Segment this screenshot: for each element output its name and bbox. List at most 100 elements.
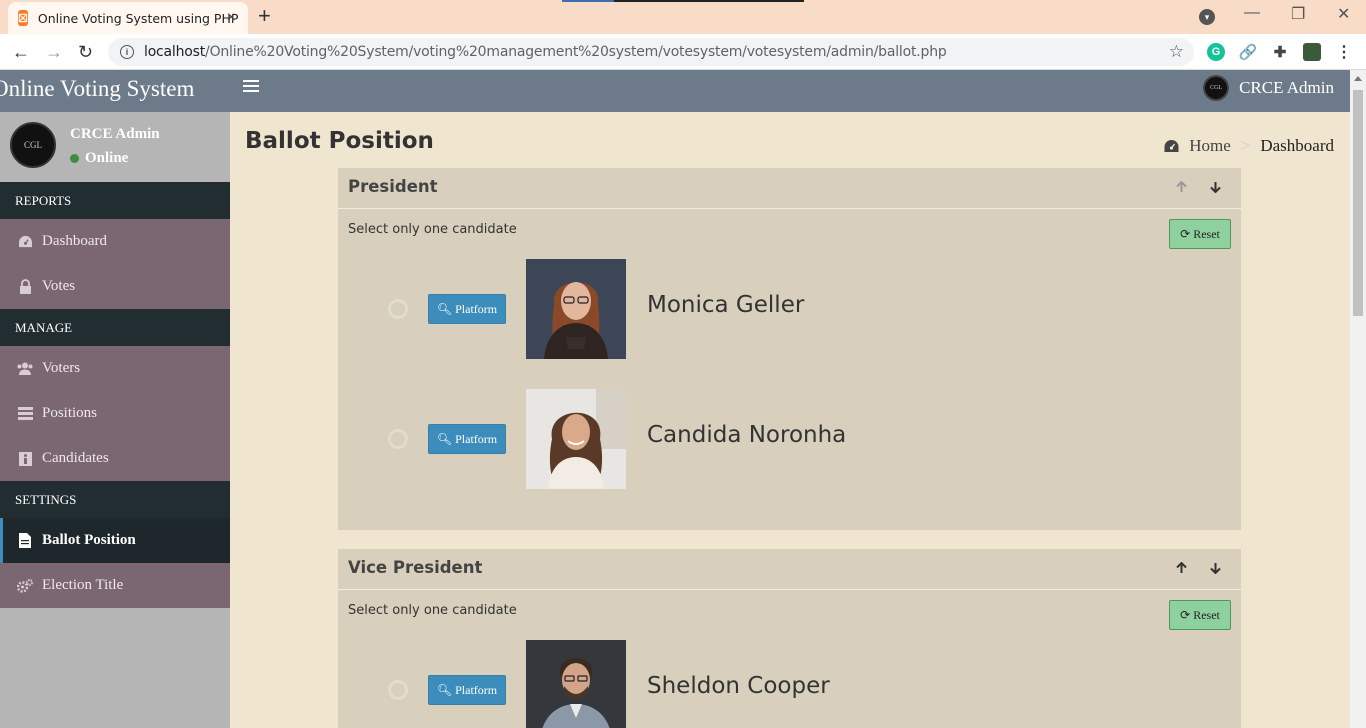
platform-button[interactable]: 🔍︎ Platform <box>428 675 506 705</box>
restore-icon[interactable]: ❐ <box>1291 4 1305 24</box>
candidate-name: Sheldon Cooper <box>647 673 830 699</box>
instructions-text: Select only one candidate <box>348 603 517 618</box>
breadcrumb-current: Dashboard <box>1260 136 1334 155</box>
minimize-icon[interactable]: — <box>1244 4 1260 22</box>
browser-tab-strip: ☒ Online Voting System using PHP × + ▾ —… <box>0 0 1366 34</box>
status-text: Online <box>85 150 129 166</box>
move-down-icon[interactable] <box>1206 178 1224 196</box>
sidebar-toggle-icon[interactable] <box>243 80 259 94</box>
app-logo[interactable]: Online Voting System <box>0 70 230 112</box>
tab-close-icon[interactable]: × <box>227 10 236 26</box>
grammarly-icon[interactable]: G <box>1207 43 1225 61</box>
header-user-menu[interactable]: CGL CRCE Admin <box>1203 75 1334 101</box>
reset-label: Reset <box>1193 226 1220 241</box>
sidebar-item-election-title[interactable]: Election Title <box>0 563 230 608</box>
scroll-up-icon[interactable] <box>1354 76 1362 81</box>
tab-search-icon[interactable]: ▾ <box>1199 9 1215 25</box>
browser-toolbar: ← → ↻ i localhost/Online%20Voting%20Syst… <box>0 34 1366 70</box>
page-scrollbar[interactable] <box>1350 70 1366 728</box>
move-up-icon[interactable] <box>1172 559 1190 577</box>
platform-button[interactable]: 🔍︎ Platform <box>428 294 506 324</box>
sidebar-item-label: Candidates <box>42 450 109 466</box>
section-head-settings: SETTINGS <box>0 481 230 518</box>
candidate-row: 🔍︎ Platform Sheldon Cooper <box>338 640 1138 728</box>
sidebar-item-label: Election Title <box>42 577 124 593</box>
move-down-icon[interactable] <box>1206 559 1224 577</box>
breadcrumb-home-link[interactable]: Home <box>1189 136 1231 156</box>
back-icon[interactable]: ← <box>12 40 30 64</box>
extensions-puzzle-icon[interactable]: ✚ <box>1271 43 1289 61</box>
sidebar-item-voters[interactable]: Voters <box>0 346 230 391</box>
new-tab-icon[interactable]: + <box>258 4 271 28</box>
search-icon: 🔍︎ <box>436 301 453 316</box>
candidate-photo <box>526 389 626 489</box>
header-avatar: CGL <box>1203 75 1230 101</box>
browser-menu-icon[interactable]: ⋮ <box>1335 43 1353 61</box>
sidebar-item-ballot-position[interactable]: Ballot Position <box>0 518 230 563</box>
online-dot-icon <box>70 154 79 163</box>
platform-label: Platform <box>455 431 498 446</box>
candidate-row: 🔍︎ Platform Monica Geller <box>338 259 1138 359</box>
lock-icon <box>17 279 33 295</box>
window-close-icon[interactable]: ✕ <box>1337 4 1350 24</box>
sidebar-item-dashboard[interactable]: Dashboard <box>0 219 230 264</box>
position-box-vice-president: Vice President Select only one candidate… <box>338 549 1241 728</box>
id-card-icon <box>17 451 33 467</box>
url-text: localhost/Online%20Voting%20System/votin… <box>144 44 947 60</box>
sidebar-item-label: Votes <box>42 278 76 294</box>
user-panel: CGL CRCE Admin Online <box>0 112 230 182</box>
position-title: Vice President <box>348 558 483 577</box>
dashboard-icon <box>17 234 33 250</box>
sidebar-item-label: Positions <box>42 405 98 421</box>
reset-button[interactable]: ⟳ Reset <box>1169 219 1231 249</box>
candidate-photo <box>526 259 626 359</box>
position-title: President <box>348 177 438 196</box>
refresh-icon: ⟳ <box>1180 607 1191 622</box>
sidebar-item-label: Voters <box>42 360 81 376</box>
header-user-name: CRCE Admin <box>1239 78 1334 97</box>
tab-strip-accent-dark <box>614 0 804 2</box>
breadcrumb-separator: > <box>1240 136 1251 155</box>
position-box-president: President Select only one candidate ⟳ Res… <box>338 168 1241 530</box>
app-header: Online Voting System CGL CRCE Admin <box>0 70 1350 112</box>
main-content: Ballot Position Home > Dashboard Preside… <box>230 112 1350 728</box>
move-up-icon[interactable] <box>1172 178 1190 196</box>
platform-label: Platform <box>455 682 498 697</box>
candidate-radio[interactable] <box>388 680 408 700</box>
refresh-icon: ⟳ <box>1180 226 1191 241</box>
link-extension-icon[interactable]: 🔗 <box>1239 43 1258 61</box>
users-icon <box>17 361 33 377</box>
search-icon: 🔍︎ <box>436 682 453 697</box>
profile-avatar-icon[interactable] <box>1303 43 1321 61</box>
candidate-radio[interactable] <box>388 299 408 319</box>
address-bar[interactable]: i localhost/Online%20Voting%20System/vot… <box>108 38 1194 66</box>
section-head-manage: MANAGE <box>0 309 230 346</box>
reload-icon[interactable]: ↻ <box>78 40 93 64</box>
xampp-favicon-icon: ☒ <box>18 10 28 26</box>
sidebar-item-label: Ballot Position <box>42 532 136 548</box>
candidate-name: Monica Geller <box>647 292 805 318</box>
tab-strip-accent <box>562 0 614 2</box>
candidate-row: 🔍︎ Platform Candida Noronha <box>338 389 1138 489</box>
tab-title: Online Voting System using PHP <box>37 10 239 26</box>
url-path: /Online%20Voting%20System/voting%20manag… <box>205 44 947 60</box>
page-title: Ballot Position <box>245 128 434 154</box>
forward-icon[interactable]: → <box>45 40 63 64</box>
site-info-icon[interactable]: i <box>120 45 134 59</box>
status-badge: Online <box>70 150 128 167</box>
scrollbar-thumb[interactable] <box>1353 90 1363 316</box>
reset-button[interactable]: ⟳ Reset <box>1169 600 1231 630</box>
sidebar-item-positions[interactable]: Positions <box>0 391 230 436</box>
app-logo-text: Online Voting System <box>0 76 195 101</box>
candidate-radio[interactable] <box>388 429 408 449</box>
cogs-icon <box>17 578 33 594</box>
sidebar-item-votes[interactable]: Votes <box>0 264 230 309</box>
sidebar: CGL CRCE Admin Online REPORTS Dashboard … <box>0 112 230 728</box>
sidebar-item-candidates[interactable]: Candidates <box>0 436 230 481</box>
browser-tab[interactable]: ☒ Online Voting System using PHP × <box>8 2 248 34</box>
bookmark-star-icon[interactable]: ☆ <box>1169 42 1184 62</box>
reset-label: Reset <box>1193 607 1220 622</box>
box-header: President <box>338 168 1241 209</box>
section-head-reports: REPORTS <box>0 182 230 219</box>
platform-button[interactable]: 🔍︎ Platform <box>428 424 506 454</box>
